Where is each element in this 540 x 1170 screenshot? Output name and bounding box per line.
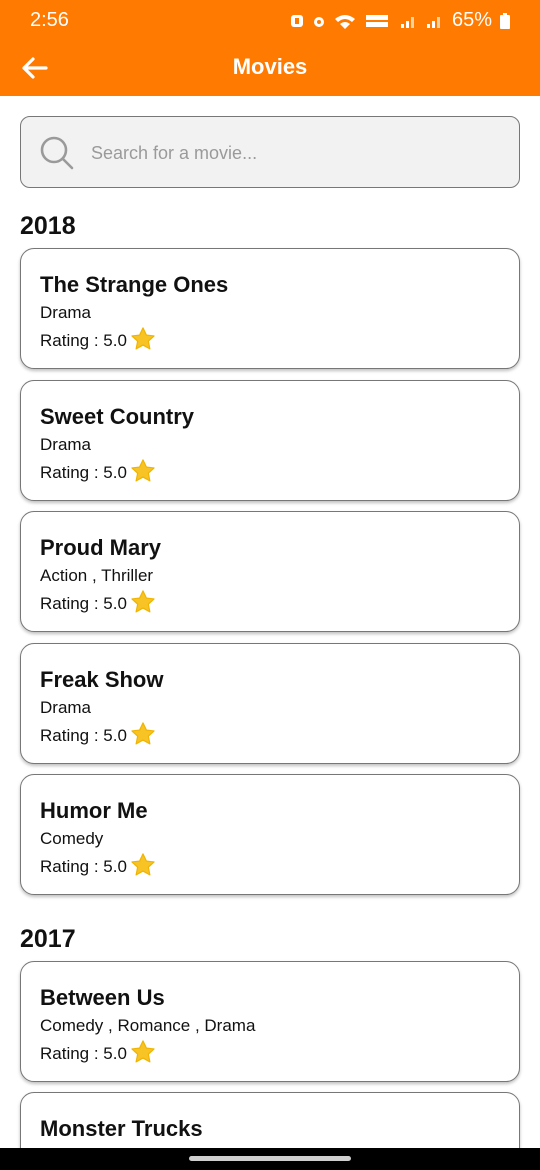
star-icon (131, 853, 155, 876)
rating-text: Rating : 5.0 (40, 1043, 127, 1063)
movie-genre: Action , Thriller (40, 566, 154, 585)
movie-card[interactable]: Monster Trucks (20, 1092, 520, 1148)
battery-icon (500, 12, 510, 29)
movie-genre: Drama (40, 303, 92, 322)
title-bar: Movies (0, 40, 540, 96)
movie-rating: Rating : 5.0 (40, 853, 157, 879)
page-title: Movies (232, 54, 308, 79)
star-icon (131, 327, 155, 350)
movie-rating: Rating : 5.0 (40, 590, 157, 616)
movie-list[interactable]: 2018 The Strange Ones Drama Rating : 5.0… (0, 96, 540, 1148)
movie-title: Monster Trucks (40, 1116, 203, 1141)
movie-title: Between Us (40, 985, 165, 1010)
movie-card[interactable]: Proud Mary Action , Thriller Rating : 5.… (20, 511, 520, 632)
movie-title: Sweet Country (40, 404, 195, 429)
home-gesture-handle[interactable] (189, 1156, 351, 1161)
movie-genre: Comedy (40, 829, 104, 848)
movie-title: Freak Show (40, 667, 164, 692)
movie-card[interactable]: Between Us Comedy , Romance , Drama Rati… (20, 961, 520, 1082)
movie-card[interactable]: Freak Show Drama Rating : 5.0 (20, 643, 520, 764)
alarm-icon (313, 16, 324, 27)
status-time: 2:56 (30, 9, 69, 31)
movie-rating: Rating : 5.0 (40, 327, 157, 353)
movie-rating: Rating : 5.0 (40, 459, 157, 485)
app-bar: 2:56 65% Movies (0, 0, 540, 96)
star-icon (131, 590, 155, 613)
rating-text: Rating : 5.0 (40, 856, 127, 876)
movie-genre: Comedy , Romance , Drama (40, 1016, 256, 1035)
movie-title: Proud Mary (40, 535, 162, 560)
data-saver-icon (290, 14, 303, 27)
rating-text: Rating : 5.0 (40, 593, 127, 613)
battery-percentage: 65% (451, 9, 492, 31)
signal-icon (400, 16, 414, 28)
movie-card[interactable]: Humor Me Comedy Rating : 5.0 (20, 774, 520, 895)
signal-icon-2 (426, 16, 440, 28)
movie-rating: Rating : 5.0 (40, 1040, 157, 1066)
movie-rating: Rating : 5.0 (40, 722, 157, 748)
movie-title: The Strange Ones (40, 272, 229, 297)
movie-genre: Drama (40, 435, 92, 454)
status-bar: 2:56 65% (0, 0, 540, 40)
search-icon (40, 136, 74, 170)
year-heading: 2018 (20, 212, 76, 240)
rating-text: Rating : 5.0 (40, 725, 127, 745)
movie-card[interactable]: Sweet Country Drama Rating : 5.0 (20, 380, 520, 501)
star-icon (131, 1040, 155, 1063)
movie-card[interactable]: The Strange Ones Drama Rating : 5.0 (20, 248, 520, 369)
search-input[interactable] (91, 133, 491, 173)
year-heading: 2017 (20, 925, 76, 953)
search-box[interactable] (20, 116, 520, 188)
movie-title: Humor Me (40, 798, 148, 823)
wifi-icon (334, 14, 355, 29)
rating-text: Rating : 5.0 (40, 462, 127, 482)
volte-icon (365, 14, 388, 27)
movie-genre: Drama (40, 698, 92, 717)
rating-text: Rating : 5.0 (40, 330, 127, 350)
star-icon (131, 722, 155, 745)
star-icon (131, 459, 155, 482)
status-icons: 65% (290, 9, 510, 32)
navigation-bar (0, 1148, 540, 1170)
